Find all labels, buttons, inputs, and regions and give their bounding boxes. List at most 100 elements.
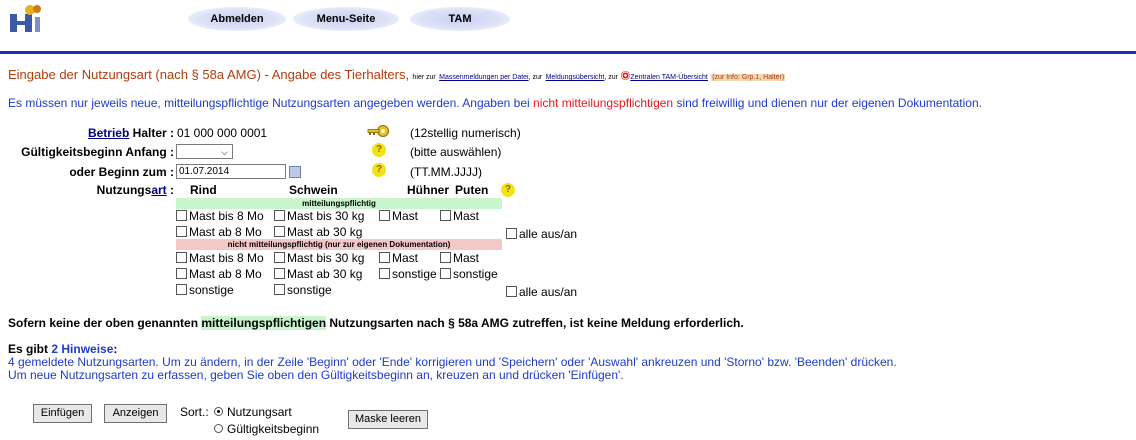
clear-form-button[interactable]: Maske leeren — [348, 410, 428, 429]
halter-label: Betrieb Halter : — [8, 126, 174, 140]
usage-type-colon: : — [166, 183, 174, 197]
menu-page-button[interactable]: Menu-Seite — [293, 7, 399, 31]
halter-hint: (12stellig numerisch) — [410, 126, 521, 140]
cb-opt-schwein-sonstige[interactable]: sonstige — [274, 283, 332, 297]
sort-radio-validity[interactable] — [214, 424, 223, 433]
logout-button[interactable]: Abmelden — [188, 7, 286, 31]
halter-value: 01 000 000 0001 — [177, 126, 268, 140]
title-sep: , zur — [604, 74, 618, 81]
cb-toggle-all-required[interactable]: alle aus/an — [506, 227, 577, 241]
cb-label: Mast bis 8 Mo — [189, 209, 264, 223]
header-divider — [0, 51, 1136, 54]
show-button[interactable]: Anzeigen — [104, 404, 167, 423]
cb-label: Mast — [453, 209, 480, 223]
title-sep: hier zur — [412, 74, 436, 81]
note-part: Nutzungsarten nach § 58a AMG zutreffen, … — [329, 316, 744, 330]
validity-start-select[interactable]: ⌵ — [176, 144, 233, 159]
cb-label: alle aus/an — [519, 285, 578, 299]
note-part: Sofern keine der oben genannten — [8, 316, 199, 330]
column-schwein: Schwein — [289, 183, 338, 197]
sort-label: Sort.: — [180, 405, 209, 419]
start-date-label: oder Beginn zum : — [69, 165, 174, 179]
cb-opt-schwein-mast-bis-30[interactable]: Mast bis 30 kg — [274, 251, 364, 265]
start-date-input[interactable]: 01.07.2014 — [176, 164, 286, 179]
cb-rind-mast-bis-8[interactable]: Mast bis 8 Mo — [176, 209, 264, 223]
bulk-upload-link[interactable]: Massenmeldungen per Datei — [439, 74, 529, 81]
cb-toggle-all-optional[interactable]: alle aus/an — [506, 285, 577, 299]
validity-start-hint: (bitte auswählen) — [410, 145, 502, 159]
cb-label: Mast ab 30 kg — [287, 267, 363, 281]
usage-type-label: Nutzungsart : — [8, 183, 174, 197]
cb-label: sonstige — [392, 267, 437, 281]
cb-schwein-mast-ab-30[interactable]: Mast ab 30 kg — [274, 225, 362, 239]
intro-part: sind freiwillig und dienen nur der eigen… — [676, 96, 982, 110]
column-huehner: Hühner — [407, 183, 449, 197]
title-sep: , zur — [528, 74, 543, 81]
intro-part: Es müssen nur jeweils neue, mitteilungsp… — [8, 96, 530, 110]
hints-prefix: Es gibt — [8, 342, 49, 356]
key-icon[interactable] — [366, 124, 390, 141]
column-rind: Rind — [190, 183, 217, 197]
intro-text: Es müssen nur jeweils neue, mitteilungsp… — [8, 96, 982, 110]
hints-heading: Es gibt 2 Hinweise: — [8, 342, 117, 356]
hints-count: 2 Hinweise — [51, 342, 114, 356]
note-highlight: mitteilungspflichtigen — [201, 316, 327, 330]
hints-suffix: : — [113, 342, 118, 356]
betrieb-link[interactable]: Betrieb — [88, 126, 129, 140]
cb-label: Mast — [453, 251, 480, 265]
tam-overview-link[interactable]: Zentralen TAM-Übersicht — [630, 74, 708, 81]
cb-rind-mast-ab-8[interactable]: Mast ab 8 Mo — [176, 225, 262, 239]
usage-type-text: Nutzungs — [96, 183, 152, 197]
intro-highlight: nicht mitteilungspflichtigen — [533, 96, 674, 110]
cb-label: sonstige — [189, 283, 234, 297]
cb-opt-rind-mast-ab-8[interactable]: Mast ab 8 Mo — [176, 267, 262, 281]
cb-label: Mast bis 30 kg — [287, 251, 365, 265]
validity-start-label: Gültigkeitsbeginn Anfang : — [21, 145, 174, 159]
band-optional: nicht mitteilungspflichtig (nur zur eige… — [176, 239, 502, 250]
page-title: Eingabe der Nutzungsart (nach § 58a AMG)… — [8, 67, 786, 82]
hint-line-2: Um neue Nutzungsarten zu erfassen, geben… — [8, 368, 624, 382]
cb-schwein-mast-bis-30[interactable]: Mast bis 30 kg — [274, 209, 364, 223]
cb-label: sonstige — [287, 283, 332, 297]
cb-opt-huehner-sonstige[interactable]: sonstige — [379, 267, 437, 281]
cb-label: Mast — [392, 209, 419, 223]
cb-label: Mast bis 8 Mo — [189, 251, 264, 265]
tam-button[interactable]: TAM — [410, 7, 510, 31]
report-overview-link[interactable]: Meldungsübersicht — [546, 74, 605, 81]
usage-type-link[interactable]: art — [151, 183, 166, 197]
title-text: Eingabe der Nutzungsart (nach § 58a AMG)… — [8, 67, 410, 82]
cb-opt-rind-sonstige[interactable]: sonstige — [176, 283, 234, 297]
halter-label-text: Halter : — [132, 126, 174, 140]
cb-huehner-mast[interactable]: Mast — [379, 209, 418, 223]
group-info-badge: (zur Info: Grp.1, Halter) — [711, 74, 786, 81]
cb-label: Mast — [392, 251, 419, 265]
sort-option-validity: Gültigkeitsbeginn — [227, 422, 320, 436]
cb-label: alle aus/an — [519, 227, 578, 241]
chevron-down-icon: ⌵ — [221, 147, 228, 157]
help-icon[interactable]: ? — [501, 183, 515, 197]
cb-label: Mast bis 30 kg — [287, 209, 365, 223]
cb-opt-schwein-mast-ab-30[interactable]: Mast ab 30 kg — [274, 267, 362, 281]
cb-opt-huehner-mast[interactable]: Mast — [379, 251, 418, 265]
start-date-hint: (TT.MM.JJJJ) — [410, 165, 482, 179]
app-logo — [8, 4, 42, 34]
target-icon — [621, 71, 631, 80]
cb-opt-puten-mast[interactable]: Mast — [440, 251, 479, 265]
help-icon[interactable]: ? — [372, 163, 386, 177]
cb-opt-puten-sonstige[interactable]: sonstige — [440, 267, 498, 281]
calendar-icon[interactable] — [289, 166, 301, 178]
hint-line-1: 4 gemeldete Nutzungsarten. Um zu ändern,… — [8, 355, 897, 369]
cb-label: Mast ab 8 Mo — [189, 267, 262, 281]
column-puten: Puten — [455, 183, 489, 197]
help-icon[interactable]: ? — [372, 143, 386, 157]
sort-radio-usage[interactable] — [214, 407, 223, 416]
cb-opt-rind-mast-bis-8[interactable]: Mast bis 8 Mo — [176, 251, 264, 265]
no-report-note: Sofern keine der oben genannten mitteilu… — [8, 316, 744, 330]
cb-label: sonstige — [453, 267, 498, 281]
band-required: mitteilungspflichtig — [176, 198, 502, 209]
insert-button[interactable]: Einfügen — [33, 404, 92, 423]
cb-label: Mast ab 8 Mo — [189, 225, 262, 239]
sort-option-usage: Nutzungsart — [227, 405, 292, 419]
cb-label: Mast ab 30 kg — [287, 225, 363, 239]
cb-puten-mast[interactable]: Mast — [440, 209, 479, 223]
